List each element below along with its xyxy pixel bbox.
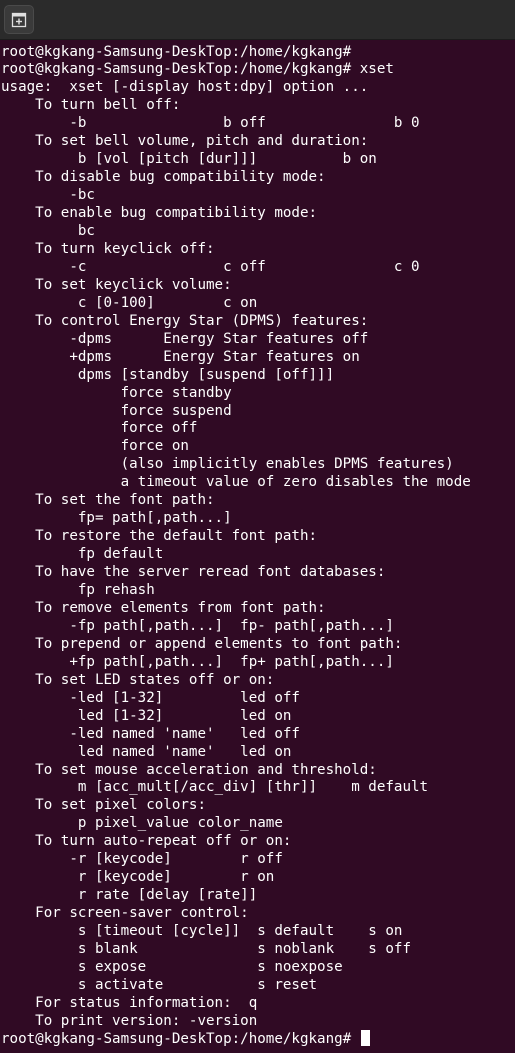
terminal-titlebar [0, 0, 515, 40]
terminal-line: s blank s noblank s off [1, 941, 411, 957]
terminal-line: fp rehash [1, 582, 155, 598]
terminal-line: -bc [1, 187, 95, 204]
terminal-line: b [vol [pitch [dur]]] b on [1, 151, 377, 168]
terminal-line: To set mouse acceleration and threshold: [1, 761, 377, 778]
terminal-line: fp= path[,path...] [1, 510, 232, 527]
terminal-line: For status information: q [1, 994, 258, 1011]
terminal-line: To turn keyclick off: [1, 240, 215, 257]
prompt-line: root@kgkang-Samsung-DeskTop:/home/kgkang… [1, 1029, 370, 1048]
terminal-line: r [keycode] r on [1, 869, 275, 886]
terminal-line: s [timeout [cycle]] s default s on [1, 923, 403, 940]
terminal-line: -fp path[,path...] fp- path[,path...] [1, 617, 394, 634]
terminal-line: -dpms Energy Star features off [1, 330, 369, 347]
terminal-line: For screen-saver control: [1, 905, 249, 922]
terminal-line: To control Energy Star (DPMS) features: [1, 312, 369, 329]
terminal-line: force off [1, 420, 198, 437]
terminal-line: To prepend or append elements to font pa… [1, 635, 403, 652]
terminal-line: p pixel_value color_name [1, 815, 283, 832]
terminal-line: -led named 'name' led off [1, 725, 300, 742]
terminal-line: -led [1-32] led off [1, 689, 300, 706]
terminal-line: dpms [standby [suspend [off]]] [1, 366, 335, 383]
text-cursor [360, 1029, 370, 1046]
terminal-line: To set pixel colors: [1, 797, 206, 814]
terminal-line: (also implicitly enables DPMS features) [1, 456, 454, 473]
terminal-line: To disable bug compatibility mode: [1, 169, 326, 186]
terminal-line: To have the server reread font databases… [1, 564, 386, 581]
terminal-line: To restore the default font path: [1, 528, 318, 545]
terminal-line: c [0-100] c on [1, 294, 258, 311]
terminal-line: fp default [1, 546, 164, 563]
terminal-line: To print version: -version [1, 1012, 258, 1029]
terminal-line: To turn auto-repeat off or on: [1, 833, 292, 850]
terminal-line: r rate [delay [rate]] [1, 887, 258, 904]
terminal-line: m [acc_mult[/acc_div] [thr]] m default [1, 779, 429, 796]
terminal-line: To turn bell off: [1, 97, 181, 114]
terminal-line: usage: xset [-display host:dpy] option .… [1, 79, 369, 96]
terminal-line: root@kgkang-Samsung-DeskTop:/home/kgkang… [1, 61, 394, 78]
terminal-line: To remove elements from font path: [1, 599, 326, 616]
terminal-line: -c c off c 0 [1, 258, 420, 275]
terminal-line: -b b off b 0 [1, 115, 420, 132]
terminal-line: force standby [1, 384, 232, 401]
terminal-line: To enable bug compatibility mode: [1, 205, 318, 222]
terminal-line: To set LED states off or on: [1, 671, 275, 688]
terminal-line: -r [keycode] r off [1, 851, 283, 868]
terminal-line: s activate s reset [1, 976, 318, 993]
terminal-line: s expose s noexpose [1, 958, 343, 975]
terminal-line: force suspend [1, 402, 232, 419]
terminal-line: +fp path[,path...] fp+ path[,path...] [1, 653, 394, 670]
terminal-line: To set the font path: [1, 492, 215, 509]
terminal-line: led [1-32] led on [1, 707, 292, 724]
terminal-line: force on [1, 438, 189, 455]
new-tab-icon [11, 12, 27, 28]
terminal-output[interactable]: root@kgkang-Samsung-DeskTop:/home/kgkang… [0, 41, 515, 1053]
terminal-line: led named 'name' led on [1, 743, 292, 760]
terminal-line: To set bell volume, pitch and duration: [1, 133, 369, 150]
terminal-line: root@kgkang-Samsung-DeskTop:/home/kgkang… [1, 43, 352, 60]
terminal-line: a timeout value of zero disables the mod… [1, 474, 471, 491]
new-tab-button[interactable] [4, 5, 34, 34]
terminal-line: bc [1, 223, 95, 239]
terminal-line: +dpms Energy Star features on [1, 348, 360, 365]
terminal-line: To set keyclick volume: [1, 276, 232, 293]
